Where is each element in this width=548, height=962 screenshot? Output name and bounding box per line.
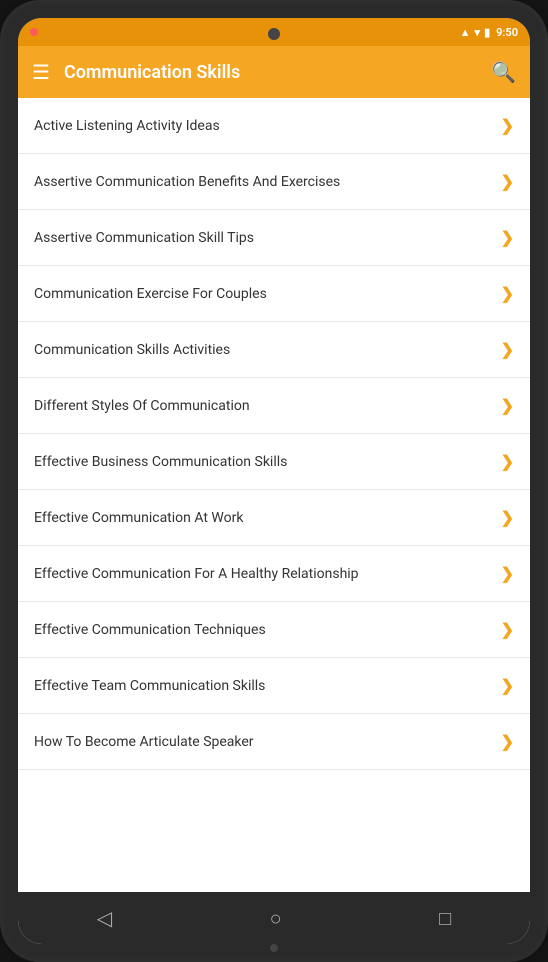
list-item[interactable]: Communication Skills Activities ❯ <box>18 322 530 378</box>
device-frame: ▲ ▾ ▮ 9:50 ☰ Communication Skills 🔍 Acti… <box>0 0 548 962</box>
app-title: Communication Skills <box>64 62 240 83</box>
back-button[interactable]: ◁ <box>77 898 132 938</box>
signal-icon: ▲ <box>460 26 471 39</box>
status-bar-right: ▲ ▾ ▮ 9:50 <box>460 26 518 39</box>
list-item-label: Assertive Communication Benefits And Exe… <box>34 174 493 190</box>
list-item[interactable]: Effective Communication Techniques ❯ <box>18 602 530 658</box>
status-icons: ▲ ▾ ▮ <box>460 26 490 39</box>
list-item[interactable]: Assertive Communication Skill Tips ❯ <box>18 210 530 266</box>
chevron-right-icon: ❯ <box>501 452 514 471</box>
list-item-label: Effective Communication Techniques <box>34 622 493 638</box>
chevron-right-icon: ❯ <box>501 396 514 415</box>
home-button[interactable]: ○ <box>250 898 302 939</box>
list-item-label: Effective Team Communication Skills <box>34 678 493 694</box>
chevron-right-icon: ❯ <box>501 732 514 751</box>
bottom-dot <box>270 944 278 952</box>
wifi-icon: ▾ <box>475 26 481 39</box>
list-item[interactable]: Active Listening Activity Ideas ❯ <box>18 98 530 154</box>
list-item-label: Different Styles Of Communication <box>34 398 493 414</box>
chevron-right-icon: ❯ <box>501 116 514 135</box>
chevron-right-icon: ❯ <box>501 508 514 527</box>
list-item[interactable]: How To Become Articulate Speaker ❯ <box>18 714 530 770</box>
list-item-label: Effective Communication For A Healthy Re… <box>34 566 493 582</box>
chevron-right-icon: ❯ <box>501 676 514 695</box>
time-display: 9:50 <box>496 26 518 39</box>
recents-button[interactable]: □ <box>419 898 471 939</box>
list-item[interactable]: Communication Exercise For Couples ❯ <box>18 266 530 322</box>
list-item[interactable]: Effective Communication For A Healthy Re… <box>18 546 530 602</box>
list-container: Active Listening Activity Ideas❯Assertiv… <box>18 98 530 892</box>
list-item-label: Communication Skills Activities <box>34 342 493 358</box>
list-item[interactable]: Effective Team Communication Skills ❯ <box>18 658 530 714</box>
list-item-label: Effective Communication At Work <box>34 510 493 526</box>
toolbar: ☰ Communication Skills 🔍 <box>18 46 530 98</box>
camera <box>268 28 280 40</box>
list-item-label: Communication Exercise For Couples <box>34 286 493 302</box>
battery-icon: ▮ <box>484 26 490 39</box>
nav-bar: ◁ ○ □ <box>18 892 530 944</box>
chevron-right-icon: ❯ <box>501 564 514 583</box>
list-item-label: Active Listening Activity Ideas <box>34 118 493 134</box>
list-item[interactable]: Effective Communication At Work ❯ <box>18 490 530 546</box>
list-item[interactable]: Different Styles Of Communication ❯ <box>18 378 530 434</box>
chevron-right-icon: ❯ <box>501 228 514 247</box>
chevron-right-icon: ❯ <box>501 340 514 359</box>
list-item[interactable]: Assertive Communication Benefits And Exe… <box>18 154 530 210</box>
list-item-label: How To Become Articulate Speaker <box>34 734 493 750</box>
chevron-right-icon: ❯ <box>501 172 514 191</box>
screen: ▲ ▾ ▮ 9:50 ☰ Communication Skills 🔍 Acti… <box>18 18 530 944</box>
toolbar-left: ☰ Communication Skills <box>32 62 240 83</box>
chevron-right-icon: ❯ <box>501 620 514 639</box>
list-item-label: Effective Business Communication Skills <box>34 454 493 470</box>
chevron-right-icon: ❯ <box>501 284 514 303</box>
list-item-label: Assertive Communication Skill Tips <box>34 230 493 246</box>
menu-icon[interactable]: ☰ <box>32 62 50 82</box>
search-icon[interactable]: 🔍 <box>491 60 516 84</box>
list-item[interactable]: Effective Business Communication Skills ❯ <box>18 434 530 490</box>
status-bar-left <box>30 28 38 36</box>
status-dot <box>30 28 38 36</box>
